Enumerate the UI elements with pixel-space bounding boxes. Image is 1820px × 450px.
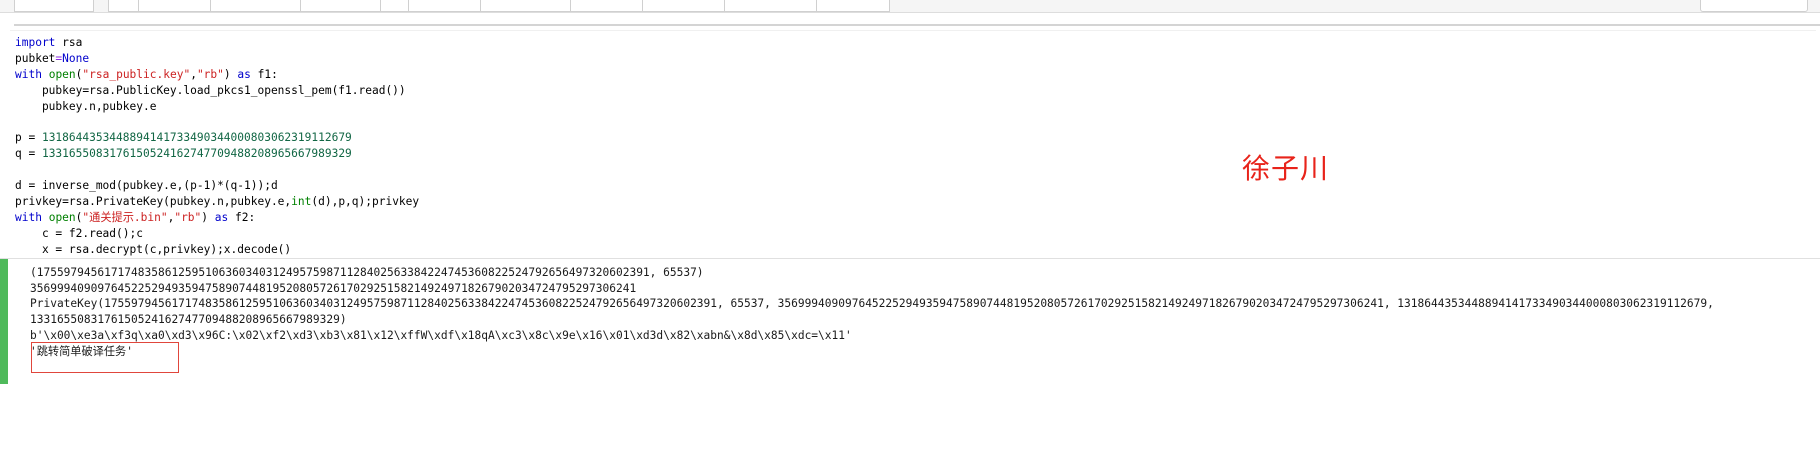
toolbar-dropdown[interactable] bbox=[1700, 0, 1808, 12]
code-text: f2: bbox=[228, 210, 256, 224]
number-literal: 1331655083176150524162747709488208965667… bbox=[41, 147, 352, 161]
cell-output: (175597945617174835861259510636034031249… bbox=[30, 265, 1714, 359]
keyword-as: as bbox=[237, 67, 251, 81]
builtin-open: open bbox=[48, 210, 76, 224]
code-text: x = rsa.decrypt(c,privkey);x.decode() bbox=[15, 242, 292, 256]
string-literal: "rsa_public.key" bbox=[82, 67, 191, 81]
code-text: , bbox=[190, 67, 197, 81]
notebook-toolbar bbox=[0, 0, 1820, 13]
code-text: pubkey=rsa.PublicKey.load_pkcs1_openssl_… bbox=[15, 83, 406, 97]
code-text: d = inverse_mod(pubkey.e,(p-1)*(q-1));d bbox=[15, 179, 278, 193]
cell-divider bbox=[14, 24, 1820, 26]
string-literal: "rb" bbox=[174, 210, 202, 224]
toolbar-button[interactable] bbox=[642, 0, 726, 12]
toolbar-button[interactable] bbox=[724, 0, 818, 12]
code-text: ) bbox=[223, 67, 231, 81]
watermark-text: 徐子川 bbox=[1242, 152, 1330, 185]
builtin-int: int bbox=[291, 195, 312, 209]
highlight-annotation-box bbox=[31, 342, 179, 373]
keyword-with: with bbox=[15, 67, 42, 81]
keyword-import: import bbox=[15, 36, 56, 49]
toolbar-button[interactable] bbox=[816, 0, 890, 12]
code-text: c = f2.read();c bbox=[15, 226, 143, 240]
input-output-divider bbox=[0, 258, 1820, 259]
keyword-none: None bbox=[62, 51, 90, 65]
code-editor[interactable]: import rsa pubket=None with open("rsa_pu… bbox=[15, 35, 419, 258]
toolbar-button[interactable] bbox=[138, 0, 212, 12]
toolbar-button[interactable] bbox=[480, 0, 572, 12]
output-line: b'\x00\xe3a\xf3q\xa0\xd3\x96C:\x02\xf2\x… bbox=[30, 328, 852, 342]
code-text: pubket bbox=[15, 51, 56, 65]
code-text: rsa bbox=[55, 36, 83, 49]
toolbar-button[interactable] bbox=[570, 0, 644, 12]
string-literal: "rb" bbox=[196, 67, 224, 81]
keyword-with: with bbox=[15, 210, 42, 224]
code-text: ) bbox=[201, 210, 209, 224]
code-text: privkey=rsa.PrivateKey(pubkey.n,pubkey.e… bbox=[15, 195, 292, 209]
output-line: (175597945617174835861259510636034031249… bbox=[30, 266, 704, 279]
output-collapse-bar[interactable] bbox=[0, 259, 8, 384]
string-literal: "通关提示.bin" bbox=[82, 210, 168, 224]
toolbar-button[interactable] bbox=[14, 0, 94, 12]
code-text: pubkey.n,pubkey.e bbox=[15, 99, 157, 113]
toolbar-button[interactable] bbox=[408, 0, 482, 12]
toolbar-button[interactable] bbox=[380, 0, 410, 12]
output-line: PrivateKey(17559794561717483586125951063… bbox=[30, 297, 1714, 311]
number-literal: 1318644353448894141733490344000803062319… bbox=[41, 131, 352, 145]
output-line: 1331655083176150524162747709488208965667… bbox=[30, 313, 347, 327]
code-text: (d),p,q);privkey bbox=[311, 195, 420, 209]
code-text: f1: bbox=[250, 67, 278, 81]
output-line: 3569994090976452252949359475890744819520… bbox=[30, 281, 637, 295]
toolbar-button[interactable] bbox=[300, 0, 382, 12]
keyword-as: as bbox=[214, 210, 229, 224]
toolbar-button[interactable] bbox=[210, 0, 302, 12]
toolbar-button[interactable] bbox=[108, 0, 140, 12]
builtin-open: open bbox=[48, 67, 76, 81]
